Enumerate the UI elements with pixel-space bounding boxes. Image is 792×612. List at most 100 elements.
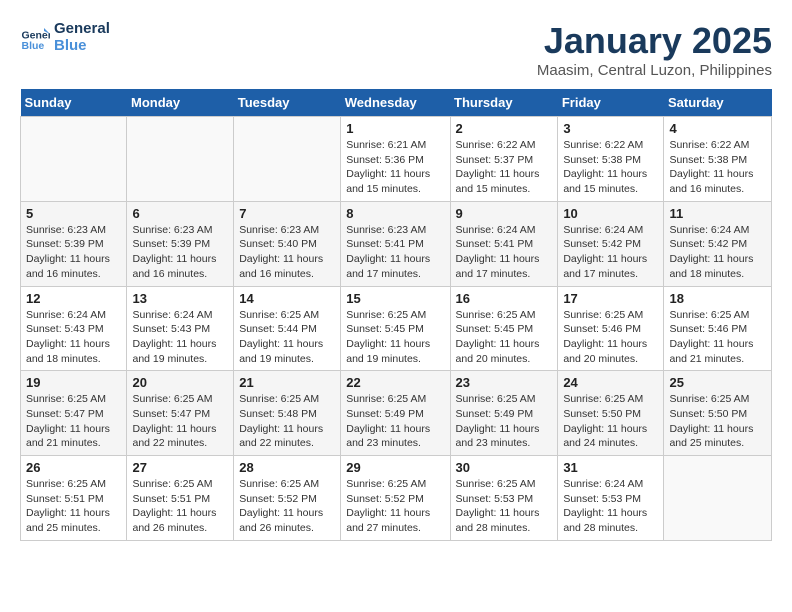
day-number: 20 bbox=[132, 375, 228, 390]
day-info: Sunrise: 6:25 AM Sunset: 5:52 PM Dayligh… bbox=[346, 477, 444, 536]
day-number: 23 bbox=[456, 375, 553, 390]
day-info: Sunrise: 6:25 AM Sunset: 5:51 PM Dayligh… bbox=[132, 477, 228, 536]
day-info: Sunrise: 6:25 AM Sunset: 5:45 PM Dayligh… bbox=[456, 308, 553, 367]
day-number: 17 bbox=[563, 291, 658, 306]
weekday-header-thursday: Thursday bbox=[450, 89, 558, 117]
weekday-header-tuesday: Tuesday bbox=[234, 89, 341, 117]
calendar-cell: 3 Sunrise: 6:22 AM Sunset: 5:38 PM Daylig… bbox=[558, 117, 664, 202]
day-info: Sunrise: 6:23 AM Sunset: 5:40 PM Dayligh… bbox=[239, 223, 335, 282]
calendar-cell: 10Sunrise: 6:24 AM Sunset: 5:42 PM Dayli… bbox=[558, 201, 664, 286]
day-info: Sunrise: 6:22 AM Sunset: 5:37 PM Dayligh… bbox=[456, 138, 553, 197]
day-number: 9 bbox=[456, 206, 553, 221]
day-number: 27 bbox=[132, 460, 228, 475]
logo-icon: General Blue bbox=[20, 22, 50, 52]
calendar-week-row: 26Sunrise: 6:25 AM Sunset: 5:51 PM Dayli… bbox=[21, 456, 772, 541]
day-info: Sunrise: 6:25 AM Sunset: 5:51 PM Dayligh… bbox=[26, 477, 121, 536]
calendar-cell: 31 Sunrise: 6:24 AM Sunset: 5:53 PM Dayli… bbox=[558, 456, 664, 541]
calendar-table: SundayMondayTuesdayWednesdayThursdayFrid… bbox=[20, 89, 772, 541]
day-number: 11 bbox=[669, 206, 766, 221]
day-info: Sunrise: 6:22 AM Sunset: 5:38 PM Dayligh… bbox=[669, 138, 766, 197]
day-info: Sunrise: 6:25 AM Sunset: 5:44 PM Dayligh… bbox=[239, 308, 335, 367]
day-info: Sunrise: 6:25 AM Sunset: 5:45 PM Dayligh… bbox=[346, 308, 444, 367]
weekday-header-monday: Monday bbox=[127, 89, 234, 117]
day-number: 4 bbox=[669, 121, 766, 136]
day-info: Sunrise: 6:24 AM Sunset: 5:41 PM Dayligh… bbox=[456, 223, 553, 282]
calendar-week-row: 12 Sunrise: 6:24 AM Sunset: 5:43 PM Dayli… bbox=[21, 286, 772, 371]
calendar-cell: 30Sunrise: 6:25 AM Sunset: 5:53 PM Dayli… bbox=[450, 456, 558, 541]
day-info: Sunrise: 6:25 AM Sunset: 5:47 PM Dayligh… bbox=[132, 392, 228, 451]
weekday-header-friday: Friday bbox=[558, 89, 664, 117]
calendar-cell bbox=[664, 456, 772, 541]
day-number: 8 bbox=[346, 206, 444, 221]
weekday-header-sunday: Sunday bbox=[21, 89, 127, 117]
day-number: 2 bbox=[456, 121, 553, 136]
day-info: Sunrise: 6:24 AM Sunset: 5:43 PM Dayligh… bbox=[132, 308, 228, 367]
calendar-week-row: 1Sunrise: 6:21 AM Sunset: 5:36 PM Daylig… bbox=[21, 117, 772, 202]
calendar-cell: 25Sunrise: 6:25 AM Sunset: 5:50 PM Dayli… bbox=[664, 371, 772, 456]
calendar-cell: 24 Sunrise: 6:25 AM Sunset: 5:50 PM Dayli… bbox=[558, 371, 664, 456]
calendar-cell: 6 Sunrise: 6:23 AM Sunset: 5:39 PM Daylig… bbox=[127, 201, 234, 286]
calendar-cell: 16 Sunrise: 6:25 AM Sunset: 5:45 PM Dayli… bbox=[450, 286, 558, 371]
calendar-cell: 5 Sunrise: 6:23 AM Sunset: 5:39 PM Daylig… bbox=[21, 201, 127, 286]
calendar-cell bbox=[127, 117, 234, 202]
day-info: Sunrise: 6:25 AM Sunset: 5:49 PM Dayligh… bbox=[456, 392, 553, 451]
day-number: 3 bbox=[563, 121, 658, 136]
day-info: Sunrise: 6:25 AM Sunset: 5:47 PM Dayligh… bbox=[26, 392, 121, 451]
day-number: 29 bbox=[346, 460, 444, 475]
day-info: Sunrise: 6:25 AM Sunset: 5:46 PM Dayligh… bbox=[669, 308, 766, 367]
calendar-cell: 1Sunrise: 6:21 AM Sunset: 5:36 PM Daylig… bbox=[341, 117, 450, 202]
svg-text:Blue: Blue bbox=[22, 40, 45, 52]
calendar-cell: 2 Sunrise: 6:22 AM Sunset: 5:37 PM Daylig… bbox=[450, 117, 558, 202]
location: Maasim, Central Luzon, Philippines bbox=[537, 62, 772, 79]
day-info: Sunrise: 6:25 AM Sunset: 5:52 PM Dayligh… bbox=[239, 477, 335, 536]
day-info: Sunrise: 6:24 AM Sunset: 5:42 PM Dayligh… bbox=[669, 223, 766, 282]
page-header: General Blue General Blue January 2025 M… bbox=[20, 20, 772, 79]
day-number: 24 bbox=[563, 375, 658, 390]
calendar-week-row: 5 Sunrise: 6:23 AM Sunset: 5:39 PM Daylig… bbox=[21, 201, 772, 286]
calendar-cell: 28 Sunrise: 6:25 AM Sunset: 5:52 PM Dayli… bbox=[234, 456, 341, 541]
day-number: 6 bbox=[132, 206, 228, 221]
day-info: Sunrise: 6:23 AM Sunset: 5:39 PM Dayligh… bbox=[26, 223, 121, 282]
day-number: 12 bbox=[26, 291, 121, 306]
day-number: 13 bbox=[132, 291, 228, 306]
calendar-cell: 11 Sunrise: 6:24 AM Sunset: 5:42 PM Dayli… bbox=[664, 201, 772, 286]
title-block: January 2025 Maasim, Central Luzon, Phil… bbox=[537, 20, 772, 79]
calendar-cell: 19Sunrise: 6:25 AM Sunset: 5:47 PM Dayli… bbox=[21, 371, 127, 456]
weekday-header-wednesday: Wednesday bbox=[341, 89, 450, 117]
day-info: Sunrise: 6:24 AM Sunset: 5:53 PM Dayligh… bbox=[563, 477, 658, 536]
calendar-cell: 7Sunrise: 6:23 AM Sunset: 5:40 PM Daylig… bbox=[234, 201, 341, 286]
weekday-header-row: SundayMondayTuesdayWednesdayThursdayFrid… bbox=[21, 89, 772, 117]
weekday-header-saturday: Saturday bbox=[664, 89, 772, 117]
calendar-cell: 22Sunrise: 6:25 AM Sunset: 5:49 PM Dayli… bbox=[341, 371, 450, 456]
day-info: Sunrise: 6:22 AM Sunset: 5:38 PM Dayligh… bbox=[563, 138, 658, 197]
calendar-cell: 17 Sunrise: 6:25 AM Sunset: 5:46 PM Dayli… bbox=[558, 286, 664, 371]
calendar-cell: 27 Sunrise: 6:25 AM Sunset: 5:51 PM Dayli… bbox=[127, 456, 234, 541]
month-title: January 2025 bbox=[537, 20, 772, 62]
logo-general: General bbox=[54, 20, 110, 37]
day-info: Sunrise: 6:25 AM Sunset: 5:50 PM Dayligh… bbox=[563, 392, 658, 451]
calendar-cell bbox=[21, 117, 127, 202]
day-number: 15 bbox=[346, 291, 444, 306]
day-info: Sunrise: 6:25 AM Sunset: 5:53 PM Dayligh… bbox=[456, 477, 553, 536]
day-info: Sunrise: 6:23 AM Sunset: 5:39 PM Dayligh… bbox=[132, 223, 228, 282]
day-number: 31 bbox=[563, 460, 658, 475]
day-number: 14 bbox=[239, 291, 335, 306]
calendar-cell: 13 Sunrise: 6:24 AM Sunset: 5:43 PM Dayli… bbox=[127, 286, 234, 371]
day-number: 5 bbox=[26, 206, 121, 221]
day-info: Sunrise: 6:24 AM Sunset: 5:42 PM Dayligh… bbox=[563, 223, 658, 282]
calendar-cell: 9 Sunrise: 6:24 AM Sunset: 5:41 PM Daylig… bbox=[450, 201, 558, 286]
calendar-week-row: 19Sunrise: 6:25 AM Sunset: 5:47 PM Dayli… bbox=[21, 371, 772, 456]
day-number: 16 bbox=[456, 291, 553, 306]
calendar-cell: 21Sunrise: 6:25 AM Sunset: 5:48 PM Dayli… bbox=[234, 371, 341, 456]
calendar-cell: 20 Sunrise: 6:25 AM Sunset: 5:47 PM Dayli… bbox=[127, 371, 234, 456]
day-info: Sunrise: 6:24 AM Sunset: 5:43 PM Dayligh… bbox=[26, 308, 121, 367]
calendar-cell bbox=[234, 117, 341, 202]
calendar-cell: 18 Sunrise: 6:25 AM Sunset: 5:46 PM Dayli… bbox=[664, 286, 772, 371]
day-number: 18 bbox=[669, 291, 766, 306]
calendar-cell: 26Sunrise: 6:25 AM Sunset: 5:51 PM Dayli… bbox=[21, 456, 127, 541]
day-info: Sunrise: 6:25 AM Sunset: 5:46 PM Dayligh… bbox=[563, 308, 658, 367]
calendar-cell: 14 Sunrise: 6:25 AM Sunset: 5:44 PM Dayli… bbox=[234, 286, 341, 371]
calendar-cell: 29 Sunrise: 6:25 AM Sunset: 5:52 PM Dayli… bbox=[341, 456, 450, 541]
day-number: 28 bbox=[239, 460, 335, 475]
day-info: Sunrise: 6:25 AM Sunset: 5:50 PM Dayligh… bbox=[669, 392, 766, 451]
